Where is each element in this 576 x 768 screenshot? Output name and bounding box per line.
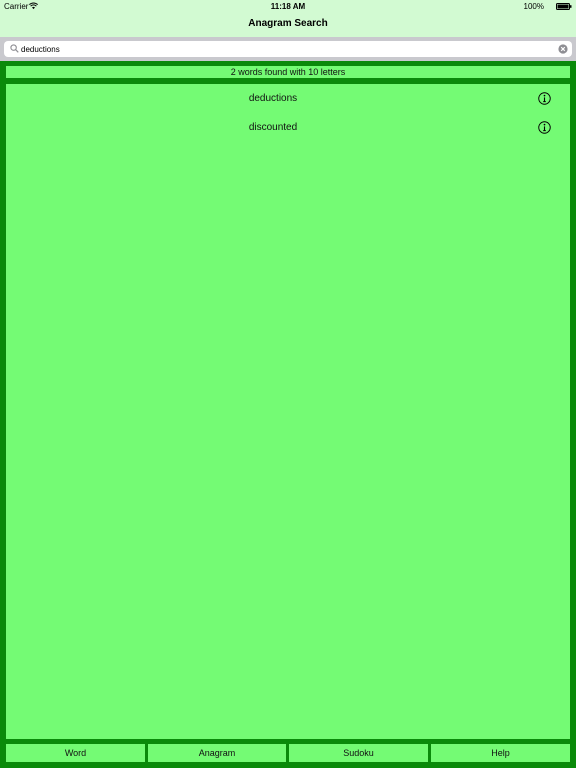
search-bar xyxy=(0,37,576,61)
tab-bar: Word Anagram Sudoku Help xyxy=(0,743,576,764)
info-icon[interactable] xyxy=(538,121,551,134)
results-summary: 2 words found with 10 letters xyxy=(6,66,570,78)
list-item[interactable]: discounted xyxy=(6,113,570,142)
tab-help[interactable]: Help xyxy=(431,744,570,762)
tab-sudoku[interactable]: Sudoku xyxy=(289,744,428,762)
info-icon[interactable] xyxy=(538,92,551,105)
search-field[interactable] xyxy=(4,41,572,57)
status-time: 11:18 AM xyxy=(270,2,306,11)
navigation-bar: Anagram Search xyxy=(0,13,576,37)
results-list: deductions discounted xyxy=(6,84,570,739)
search-input[interactable] xyxy=(21,41,551,57)
list-item-word: deductions xyxy=(248,93,298,104)
tab-anagram[interactable]: Anagram xyxy=(148,744,286,762)
list-item-word: discounted xyxy=(248,122,298,133)
search-icon xyxy=(10,44,19,53)
battery-icon xyxy=(556,3,572,10)
tab-word[interactable]: Word xyxy=(6,744,145,762)
status-bar: Carrier 11:18 AM 100% xyxy=(0,0,576,13)
page-title: Anagram Search xyxy=(248,18,328,29)
list-item[interactable]: deductions xyxy=(6,84,570,113)
battery-percentage: 100% xyxy=(523,2,544,11)
clear-icon[interactable] xyxy=(558,44,568,54)
